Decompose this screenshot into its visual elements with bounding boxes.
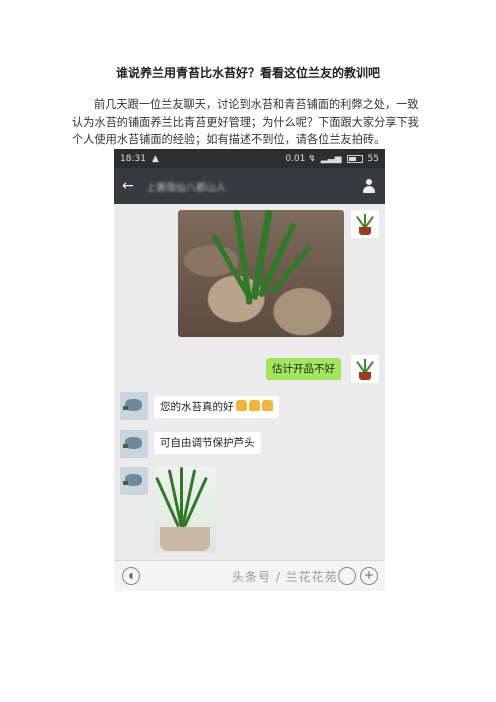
thumbs-up-icon: [248, 400, 260, 411]
status-bar: 18:31 ▲ 0.01 ↯ ▂▃▅ 55: [114, 149, 385, 168]
paragraph-text: 前几天跟一位兰友聊天，讨论到水苔和青苔铺面的利弊之处，一致认为水苔的铺面养兰比青…: [72, 98, 419, 146]
friend-avatar[interactable]: [120, 467, 148, 495]
thumbs-up-icon: [235, 400, 247, 411]
status-time: 18:31: [120, 153, 146, 164]
chat-title: 上善隐仙八都山人: [146, 182, 226, 194]
battery-icon: [346, 154, 363, 163]
chat-input-bar: ◖ 头条号 / 兰花花苑 +: [114, 560, 385, 591]
friend-avatar[interactable]: [120, 392, 148, 420]
watermark: 头条号 / 兰花花苑: [232, 570, 338, 584]
self-avatar[interactable]: [351, 355, 379, 383]
message-bubble-sent[interactable]: 估计开品不好: [266, 358, 341, 380]
message-text: 您的水苔真的好: [160, 401, 234, 413]
chat-nav-bar: ← 上善隐仙八都山人: [114, 168, 385, 204]
signal-icon: ▂▃▅: [320, 153, 342, 164]
chat-screenshot: 18:31 ▲ 0.01 ↯ ▂▃▅ 55 ← 上善隐仙八都山人 估计开品不好: [114, 149, 385, 591]
voice-icon[interactable]: ◖: [122, 567, 140, 585]
orchid-photo-1[interactable]: [178, 210, 344, 337]
battery-level: 55: [367, 153, 379, 164]
notification-icon: ▲: [151, 153, 159, 164]
emoji-icon[interactable]: [338, 567, 356, 585]
friend-avatar[interactable]: [120, 430, 148, 458]
thumbs-up-icon: [261, 400, 273, 411]
plus-icon[interactable]: +: [360, 567, 378, 585]
message-bubble-received[interactable]: 您的水苔真的好: [154, 396, 279, 418]
person-icon[interactable]: [361, 178, 377, 194]
article-paragraph: 前几天跟一位兰友聊天，讨论到水苔和青苔铺面的利弊之处，一致认为水苔的铺面养兰比青…: [72, 96, 424, 149]
orchid-photo-2[interactable]: [154, 467, 216, 553]
message-bubble-received[interactable]: 可自由调节保护芦头: [154, 432, 261, 454]
article-title: 谁说养兰用青苔比水苔好？看看这位兰友的教训吧: [115, 66, 380, 80]
network-speed: 0.01 ↯: [285, 153, 316, 164]
back-arrow-icon[interactable]: ←: [122, 178, 146, 194]
self-avatar[interactable]: [351, 210, 379, 238]
